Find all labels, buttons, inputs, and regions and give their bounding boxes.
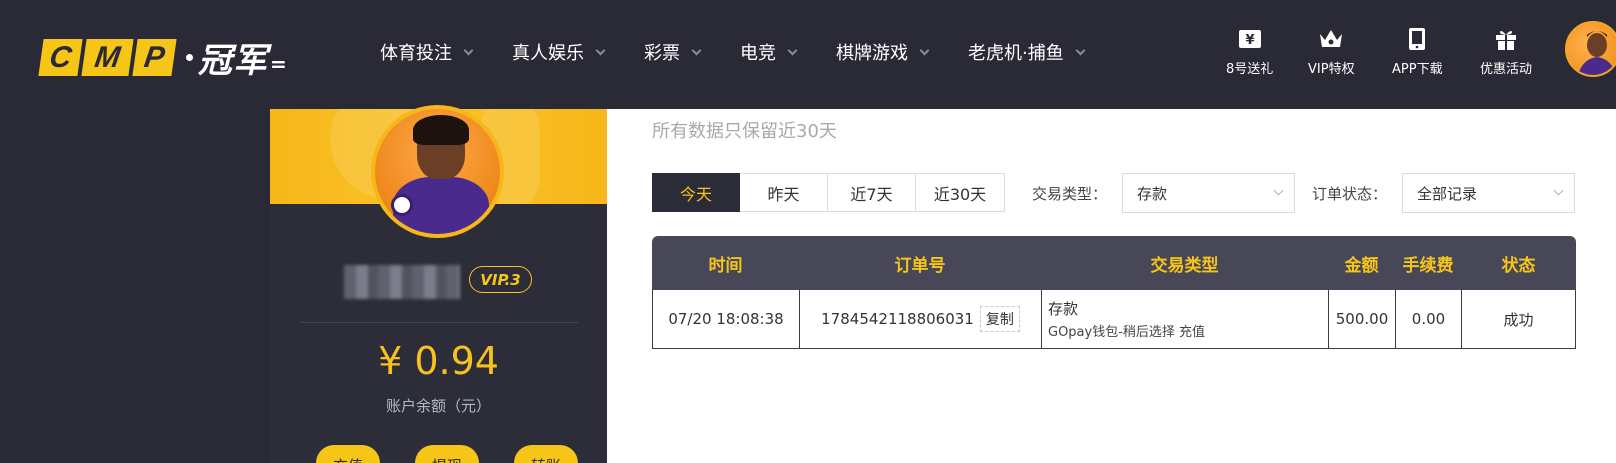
table-row: 07/20 18:08:38 1784542118806031 复制 存款 GO…: [652, 290, 1576, 349]
quick-link-gift-8[interactable]: ¥ 8号送礼: [1226, 26, 1273, 77]
logo-dash: =: [270, 51, 287, 76]
column-header-fee: 手续费: [1402, 255, 1454, 276]
column-header-time: 时间: [708, 255, 743, 276]
transaction-type-select[interactable]: 存款: [1122, 173, 1295, 213]
nav-label: 彩票: [644, 43, 680, 64]
nav-item-sports[interactable]: 体育投注: [380, 36, 474, 68]
cell-amount: 500.00: [1329, 290, 1396, 348]
chevron-down-icon: [1075, 45, 1086, 55]
chevron-down-icon: [1273, 185, 1284, 196]
deposit-button[interactable]: 充值: [316, 445, 380, 463]
nav-item-esports[interactable]: 电竞: [740, 36, 798, 68]
profile-panel: VIP.3 ¥ 0.94 账户余额（元） 充值 提现 转账: [270, 105, 607, 463]
quick-link-label: 优惠活动: [1480, 62, 1533, 77]
transactions-table: 时间 订单号 交易类型 金额 手续费 状态 07/20 18:08:38 178…: [652, 236, 1576, 349]
divider: [300, 322, 578, 323]
transaction-type-value: 存款: [1137, 184, 1168, 203]
main-nav: 体育投注 真人娱乐 彩票 电竞 棋牌游戏 老虎机·捕鱼: [380, 36, 1124, 68]
quick-link-promotions[interactable]: 优惠活动: [1480, 26, 1532, 77]
gift-icon: [1493, 26, 1519, 52]
tab-last-7-days[interactable]: 近7天: [828, 173, 916, 212]
nav-label: 电竞: [740, 43, 776, 64]
column-header-order-no: 订单号: [894, 255, 946, 276]
chevron-down-icon: [919, 45, 930, 55]
nav-item-lottery[interactable]: 彩票: [644, 36, 702, 68]
cell-type: 存款 GOpay钱包-稍后选择 充值: [1042, 290, 1329, 348]
svg-text:¥: ¥: [1245, 33, 1254, 48]
top-header: C M P 冠军 = 体育投注 真人娱乐 彩票 电竞 棋牌游戏 老虎机·捕鱼 ¥…: [0, 0, 1616, 106]
nav-item-live-casino[interactable]: 真人娱乐: [512, 36, 606, 68]
username-blurred: [344, 265, 460, 299]
payment-method: GOpay钱包-稍后选择 充值: [1048, 325, 1206, 340]
column-header-type: 交易类型: [1150, 255, 1219, 276]
transaction-type: 存款: [1048, 300, 1079, 318]
avatar-photo: [375, 109, 500, 234]
tab-today[interactable]: 今天: [652, 173, 740, 212]
phone-icon: [1404, 26, 1430, 52]
chevron-down-icon: [595, 45, 606, 55]
chevron-down-icon: [1553, 185, 1564, 196]
data-retention-notice: 所有数据只保留近30天: [652, 121, 837, 142]
cell-status: 成功: [1503, 310, 1534, 329]
cell-order-no: 1784542118806031 复制: [800, 290, 1042, 348]
nav-label: 体育投注: [380, 43, 452, 64]
ticket-icon: ¥: [1237, 26, 1263, 52]
chevron-down-icon: [787, 45, 798, 55]
date-range-tabs: 今天 昨天 近7天 近30天: [652, 173, 1005, 212]
chevron-down-icon: [691, 45, 702, 55]
logo-dot: [186, 54, 193, 61]
quick-link-label: 8号送礼: [1226, 62, 1274, 77]
logo-tile-m: M: [81, 39, 134, 76]
crown-icon: [1318, 26, 1344, 52]
transfer-button[interactable]: 转账: [514, 445, 578, 463]
logo-tile-p: P: [132, 39, 177, 76]
profile-avatar: [371, 105, 504, 238]
vip-level-badge: VIP.3: [469, 266, 532, 293]
nav-label: 真人娱乐: [512, 43, 584, 64]
nav-item-card-games[interactable]: 棋牌游戏: [836, 36, 930, 68]
transaction-type-label: 交易类型：: [1032, 185, 1108, 203]
balance-label: 账户余额（元）: [385, 397, 491, 415]
order-number: 1784542118806031: [821, 310, 974, 328]
nav-label: 老虎机·捕鱼: [968, 43, 1064, 64]
logo-text: 冠军: [198, 41, 268, 81]
quick-link-label: APP下载: [1392, 62, 1443, 77]
logo-tile-c: C: [38, 39, 83, 76]
quick-link-label: VIP特权: [1308, 62, 1355, 77]
cell-time: 07/20 18:08:38: [653, 290, 800, 348]
tab-last-30-days[interactable]: 近30天: [916, 173, 1005, 212]
transaction-records-panel: 所有数据只保留近30天 今天 昨天 近7天 近30天 交易类型： 存款 订单状态…: [607, 109, 1616, 463]
cell-fee: 0.00: [1396, 290, 1462, 348]
nav-label: 棋牌游戏: [836, 43, 908, 64]
quick-link-app[interactable]: APP下载: [1392, 26, 1443, 77]
order-status-value: 全部记录: [1417, 184, 1478, 203]
withdraw-button[interactable]: 提现: [415, 445, 479, 463]
column-header-status: 状态: [1501, 255, 1536, 276]
brand-logo[interactable]: C M P 冠军 =: [38, 33, 287, 82]
tab-yesterday[interactable]: 昨天: [740, 173, 828, 212]
avatar-hair: [413, 115, 469, 145]
account-balance: ¥ 0.94: [378, 339, 499, 383]
user-avatar[interactable]: [1565, 21, 1616, 77]
quick-link-vip[interactable]: VIP特权: [1308, 26, 1355, 77]
nav-item-slots-fishing[interactable]: 老虎机·捕鱼: [968, 36, 1086, 68]
column-header-amount: 金额: [1344, 255, 1379, 276]
avatar-crest: [391, 194, 413, 216]
chevron-down-icon: [463, 45, 474, 55]
order-status-label: 订单状态：: [1312, 185, 1388, 203]
order-status-select[interactable]: 全部记录: [1402, 173, 1575, 213]
table-header: 时间 订单号 交易类型 金额 手续费 状态: [652, 236, 1576, 290]
copy-order-button[interactable]: 复制: [979, 306, 1020, 332]
